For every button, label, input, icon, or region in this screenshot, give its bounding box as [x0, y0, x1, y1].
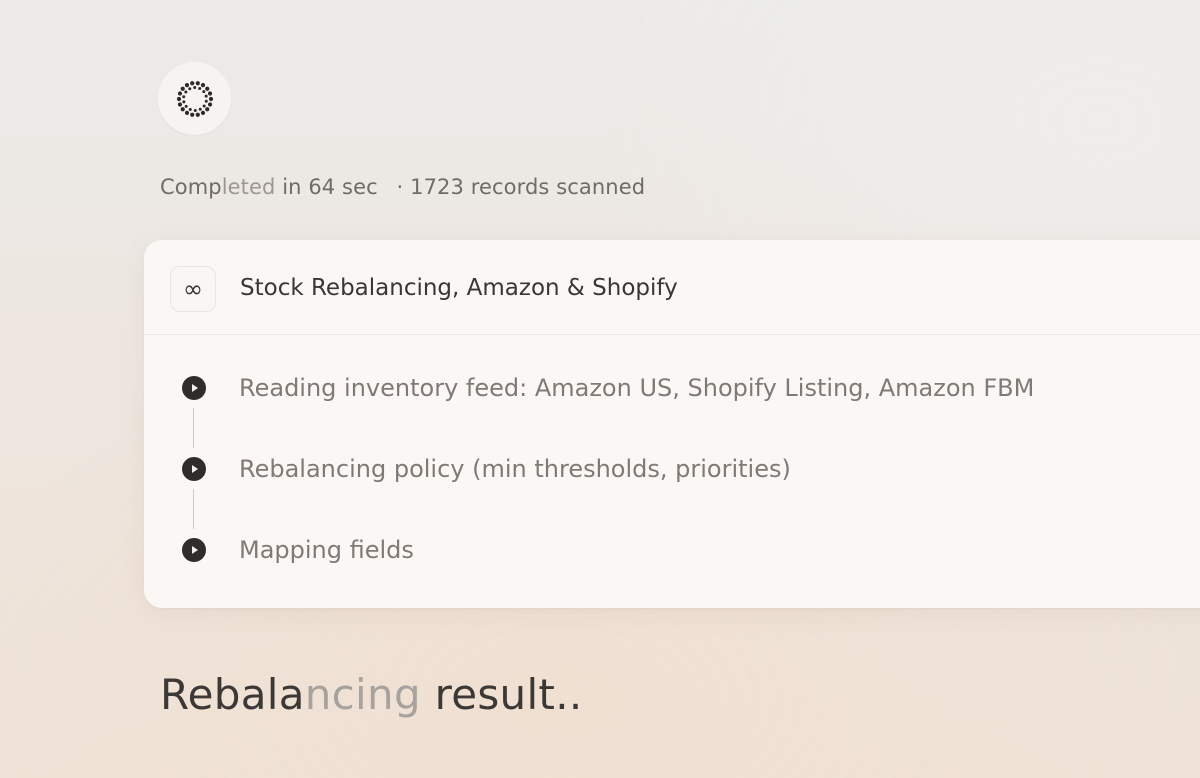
ring-dot — [180, 106, 185, 111]
ring-dot — [197, 86, 201, 90]
records-scanned: 1723 records scanned — [410, 175, 646, 199]
status-completed-suffix: in 64 sec — [275, 175, 378, 199]
ring-dot — [195, 112, 200, 117]
ring-dot — [184, 104, 188, 108]
play-icon — [182, 457, 206, 481]
ring-dot — [176, 96, 181, 101]
ring-dot — [200, 110, 205, 115]
workflow-title: Stock Rebalancing, Amazon & Shopify — [240, 275, 678, 301]
ring-dot — [187, 86, 191, 90]
status-completed-mid: leted — [221, 175, 276, 199]
ring-dot — [189, 112, 194, 117]
workflow-step[interactable]: Rebalancing policy (min thresholds, prio… — [144, 454, 1200, 484]
workflow-card-header[interactable]: ∞ Stock Rebalancing, Amazon & Shopify — [144, 240, 1200, 335]
ring-dot — [207, 90, 212, 96]
workflow-step[interactable]: Mapping fields — [144, 535, 1200, 565]
ring-dot — [195, 80, 200, 85]
ring-dot — [181, 94, 185, 98]
play-icon — [182, 376, 206, 400]
ring-dot — [208, 96, 213, 101]
step-connector — [193, 489, 194, 529]
agent-avatar — [158, 62, 231, 135]
play-icon — [182, 538, 206, 562]
result-heading-fade: ncing — [304, 670, 421, 719]
ring-dot — [181, 99, 185, 103]
ring-dot — [183, 90, 187, 94]
ring-dot — [193, 108, 197, 112]
ring-dot — [204, 94, 208, 98]
ring-dot — [177, 90, 182, 96]
ring-dot — [204, 99, 208, 103]
workflow-step[interactable]: Reading inventory feed: Amazon US, Shopi… — [144, 373, 1200, 403]
step-label: Rebalancing policy (min thresholds, prio… — [239, 455, 791, 483]
status-completed-prefix: Comp — [160, 175, 222, 199]
step-connector — [193, 408, 194, 448]
ring-dot — [177, 101, 182, 107]
result-heading: Rebalancing result.. — [160, 670, 583, 719]
ring-dot — [184, 110, 189, 115]
ring-dot — [204, 86, 209, 91]
ring-dot — [202, 103, 206, 107]
completion-status: Completed in 64 sec · 1723 records scann… — [160, 175, 645, 199]
ring-dot — [207, 101, 212, 107]
ring-dot — [180, 86, 185, 91]
status-separator: · — [396, 175, 404, 199]
dotted-ring-icon — [176, 80, 213, 117]
ring-dot — [204, 106, 209, 111]
infinity-icon: ∞ — [170, 266, 216, 312]
ring-dot — [200, 82, 205, 87]
step-label: Mapping fields — [239, 536, 414, 564]
result-heading-end: result.. — [420, 670, 583, 719]
ring-dot — [188, 107, 192, 111]
ring-dot — [198, 107, 202, 111]
step-label: Reading inventory feed: Amazon US, Shopi… — [239, 374, 1035, 402]
ring-dot — [184, 82, 189, 87]
ring-dot — [192, 85, 196, 89]
ring-dot — [201, 89, 205, 93]
workflow-card: ∞ Stock Rebalancing, Amazon & Shopify Re… — [144, 240, 1200, 608]
ring-dot — [189, 80, 194, 85]
result-heading-start: Rebala — [160, 670, 305, 719]
